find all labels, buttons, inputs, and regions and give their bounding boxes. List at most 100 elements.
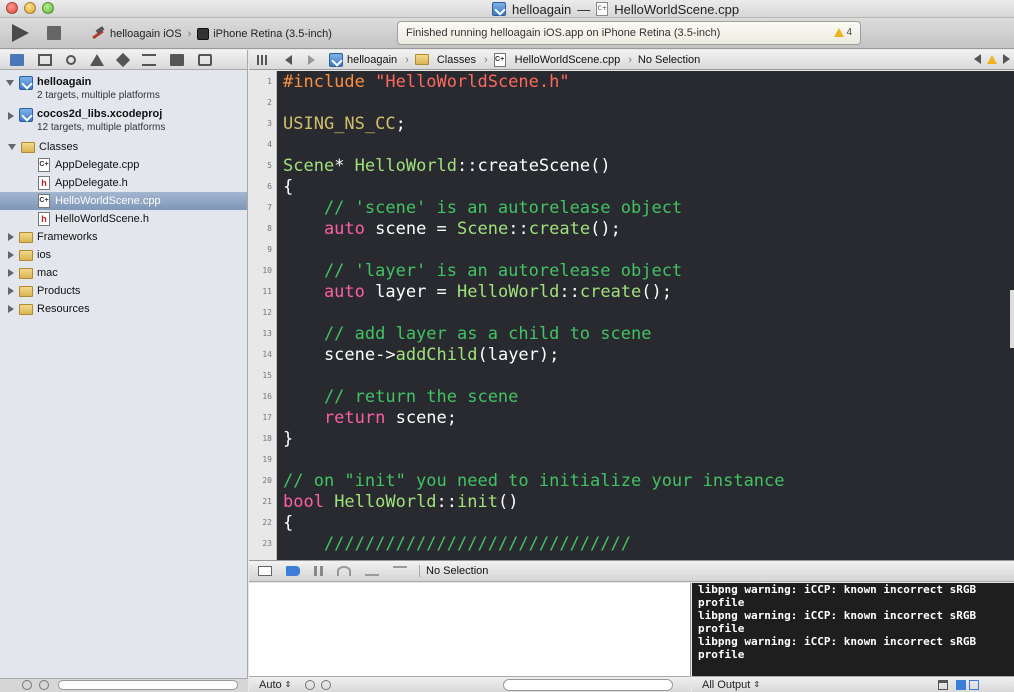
hide-debug-area-icon[interactable] [258, 566, 272, 576]
console-output-select[interactable]: All Output [702, 679, 750, 691]
disclosure-triangle-icon[interactable] [6, 80, 14, 86]
tree-item-cocos2d-libs[interactable]: cocos2d_libs.xcodeproj 12 targets, multi… [0, 106, 247, 138]
line-number: 21 [262, 497, 272, 506]
code-line: auto scene = Scene::create(); [283, 219, 621, 240]
function-token: create [579, 282, 642, 302]
issue-navigator-icon[interactable] [90, 53, 104, 66]
minimize-window-button[interactable] [24, 2, 36, 14]
zoom-window-button[interactable] [42, 2, 54, 14]
variables-view[interactable]: Auto ⇕ [249, 583, 691, 692]
disclosure-triangle-icon[interactable] [8, 287, 14, 295]
tree-item-helloagain[interactable]: helloagain 2 targets, multiple platforms [0, 74, 247, 106]
line-number-gutter[interactable]: 1 2 3 4 5 6 7 8 9 10 11 12 13 14 15 16 1… [249, 71, 277, 560]
debug-navigator-icon[interactable] [142, 53, 156, 66]
disclosure-triangle-icon[interactable] [8, 269, 14, 277]
source-editor[interactable]: 1 2 3 4 5 6 7 8 9 10 11 12 13 14 15 16 1… [249, 71, 1014, 560]
breakpoint-navigator-icon[interactable] [170, 53, 184, 66]
code-token: scene-> [283, 345, 396, 365]
warning-indicator[interactable]: 4 [834, 27, 852, 38]
breadcrumb-symbol[interactable]: No Selection [638, 54, 700, 66]
breadcrumb-project[interactable]: helloagain › [329, 52, 409, 67]
related-items-icon[interactable] [257, 54, 267, 65]
tree-item-frameworks[interactable]: Frameworks [0, 228, 247, 246]
editor-scrollbar[interactable] [1010, 290, 1014, 348]
tree-item-label: AppDelegate.h [55, 177, 128, 189]
activity-status: Finished running helloagain iOS.app on i… [406, 27, 721, 39]
code-token: :: [457, 156, 478, 176]
tree-item-resources[interactable]: Resources [0, 300, 247, 318]
project-icon [329, 52, 343, 67]
code-line: ////////////////////////////// [283, 534, 631, 555]
project-icon [19, 108, 33, 122]
line-number: 23 [262, 539, 272, 548]
symbol-navigator-icon[interactable] [38, 53, 52, 66]
log-navigator-icon[interactable] [198, 53, 212, 66]
scheme-selector[interactable]: helloagain iOS › iPhone Retina (3.5-inch… [90, 24, 332, 44]
info-icon[interactable] [321, 679, 332, 690]
debug-bar: No Selection [249, 560, 1014, 582]
line-number: 9 [267, 245, 272, 254]
tree-item-mac[interactable]: mac [0, 264, 247, 282]
project-navigator: helloagain 2 targets, multiple platforms… [0, 50, 248, 692]
back-arrow-icon[interactable] [285, 54, 292, 65]
tree-item-helloworldscene-cpp[interactable]: C+ HelloWorldScene.cpp [0, 192, 247, 210]
code-token: * [334, 156, 355, 176]
code-token: () [590, 156, 611, 176]
console-view[interactable]: libpng warning: iCCP: known incorrect sR… [692, 583, 1014, 692]
breadcrumb-group[interactable]: Classes › [414, 53, 488, 66]
code-token: { [283, 513, 294, 533]
line-number: 12 [262, 308, 272, 317]
type-token: HelloWorld [457, 282, 560, 302]
breakpoints-toggle-icon[interactable] [286, 566, 300, 576]
test-navigator-icon[interactable] [115, 52, 131, 67]
disclosure-triangle-icon[interactable] [8, 112, 14, 120]
forward-arrow-icon[interactable] [308, 54, 315, 65]
tree-item-helloworldscene-h[interactable]: h HelloWorldScene.h [0, 210, 247, 228]
variables-filter-field[interactable] [503, 678, 674, 691]
scm-status-icon[interactable] [39, 680, 50, 690]
tree-item-appdelegate-cpp[interactable]: C+ AppDelegate.cpp [0, 156, 247, 174]
variables-scope-select[interactable]: Auto [259, 679, 282, 691]
split-view-right-icon[interactable] [969, 679, 980, 690]
function-token: addChild [395, 345, 478, 365]
line-number: 5 [267, 161, 272, 170]
disclosure-triangle-icon[interactable] [8, 144, 16, 150]
step-out-icon[interactable] [393, 566, 407, 576]
tree-item-label: helloagain [37, 76, 92, 88]
project-navigator-icon[interactable] [10, 53, 24, 66]
recent-files-icon[interactable] [22, 680, 32, 690]
function-token: init [457, 492, 498, 512]
line-number: 4 [267, 140, 272, 149]
cpp-file-icon: C+ [38, 158, 50, 172]
run-button[interactable] [12, 24, 29, 42]
comment-token: // on "init" you need to initialize your… [283, 471, 785, 491]
code-line: // add layer as a child to scene [283, 324, 652, 345]
disclosure-triangle-icon[interactable] [8, 233, 14, 241]
code-token: { [283, 177, 294, 197]
split-view-left-icon[interactable] [956, 679, 967, 690]
previous-issue-icon[interactable] [974, 54, 981, 64]
trash-icon[interactable] [938, 679, 949, 690]
disclosure-triangle-icon[interactable] [8, 251, 14, 259]
code-line: auto layer = HelloWorld::create(); [283, 282, 672, 303]
tree-item-ios[interactable]: ios [0, 246, 247, 264]
step-over-icon[interactable] [337, 566, 351, 576]
stop-button[interactable] [47, 26, 61, 40]
console-output: libpng warning: iCCP: known incorrect sR… [698, 583, 977, 661]
warning-icon[interactable] [987, 54, 997, 64]
disclosure-triangle-icon[interactable] [8, 305, 14, 313]
debug-selection[interactable]: No Selection [419, 565, 488, 577]
quick-look-icon[interactable] [305, 679, 316, 690]
tree-item-classes[interactable]: Classes [0, 138, 247, 156]
find-navigator-icon[interactable] [66, 54, 76, 65]
next-issue-icon[interactable] [1003, 54, 1010, 64]
tree-item-products[interactable]: Products [0, 282, 247, 300]
pause-icon[interactable] [314, 566, 323, 576]
tree-item-appdelegate-h[interactable]: h AppDelegate.h [0, 174, 247, 192]
chevron-right-icon: › [483, 53, 488, 66]
navigator-filter-field[interactable] [58, 680, 239, 690]
breadcrumb-file[interactable]: C+ HelloWorldScene.cpp › [493, 52, 632, 67]
toolbar: helloagain iOS › iPhone Retina (3.5-inch… [0, 18, 1014, 49]
step-into-icon[interactable] [365, 566, 379, 576]
close-window-button[interactable] [6, 2, 18, 14]
